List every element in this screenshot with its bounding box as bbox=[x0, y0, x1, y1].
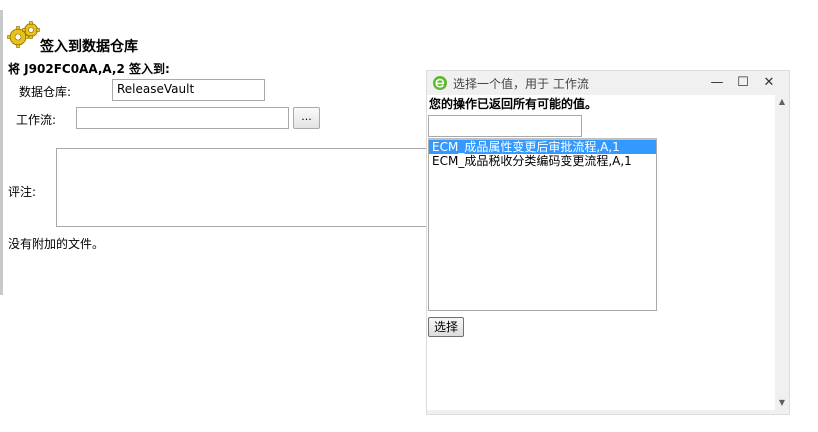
close-button[interactable]: ✕ bbox=[758, 73, 780, 93]
gears-icon bbox=[7, 21, 40, 48]
vertical-scrollbar[interactable]: ▲ ▼ bbox=[775, 95, 789, 411]
value-listbox[interactable]: ECM_成品属性变更后审批流程,A,1 ECM_成品税收分类编码变更流程,A,1 bbox=[428, 138, 657, 311]
popup-filter-input[interactable] bbox=[428, 115, 582, 137]
comment-label: 评注: bbox=[8, 185, 37, 199]
popup-title: 选择一个值，用于 工作流 bbox=[453, 77, 589, 91]
workflow-field[interactable] bbox=[76, 107, 289, 129]
list-item[interactable]: ECM_成品属性变更后审批流程,A,1 bbox=[429, 140, 656, 154]
horizontal-scrollbar[interactable] bbox=[427, 410, 789, 414]
page-title: 签入到数据仓库 bbox=[40, 39, 138, 55]
left-edge-bar bbox=[0, 10, 3, 295]
page-subtitle: 将 J902FC0AA,A,2 签入到: bbox=[8, 62, 170, 76]
attachments-text: 没有附加的文件。 bbox=[8, 237, 105, 251]
comment-textarea[interactable] bbox=[56, 148, 428, 227]
browser-e-icon bbox=[433, 76, 447, 90]
minimize-button[interactable]: — bbox=[706, 73, 728, 93]
maximize-button[interactable]: ☐ bbox=[732, 73, 754, 93]
workflow-browse-button[interactable]: ... bbox=[293, 107, 320, 129]
workflow-label: 工作流: bbox=[16, 113, 57, 127]
select-button[interactable]: 选择 bbox=[428, 317, 464, 337]
popup-message: 您的操作已返回所有可能的值。 bbox=[429, 97, 598, 111]
select-value-popup: 选择一个值，用于 工作流 — ☐ ✕ 您的操作已返回所有可能的值。 ECM_成品… bbox=[427, 71, 789, 414]
scroll-up-icon[interactable]: ▲ bbox=[777, 97, 787, 107]
scroll-down-icon[interactable]: ▼ bbox=[777, 398, 787, 408]
popup-titlebar[interactable]: 选择一个值，用于 工作流 — ☐ ✕ bbox=[427, 71, 789, 95]
vault-field[interactable]: ReleaseVault bbox=[112, 79, 265, 101]
list-item[interactable]: ECM_成品税收分类编码变更流程,A,1 bbox=[429, 154, 656, 168]
vault-label: 数据仓库: bbox=[19, 85, 72, 99]
